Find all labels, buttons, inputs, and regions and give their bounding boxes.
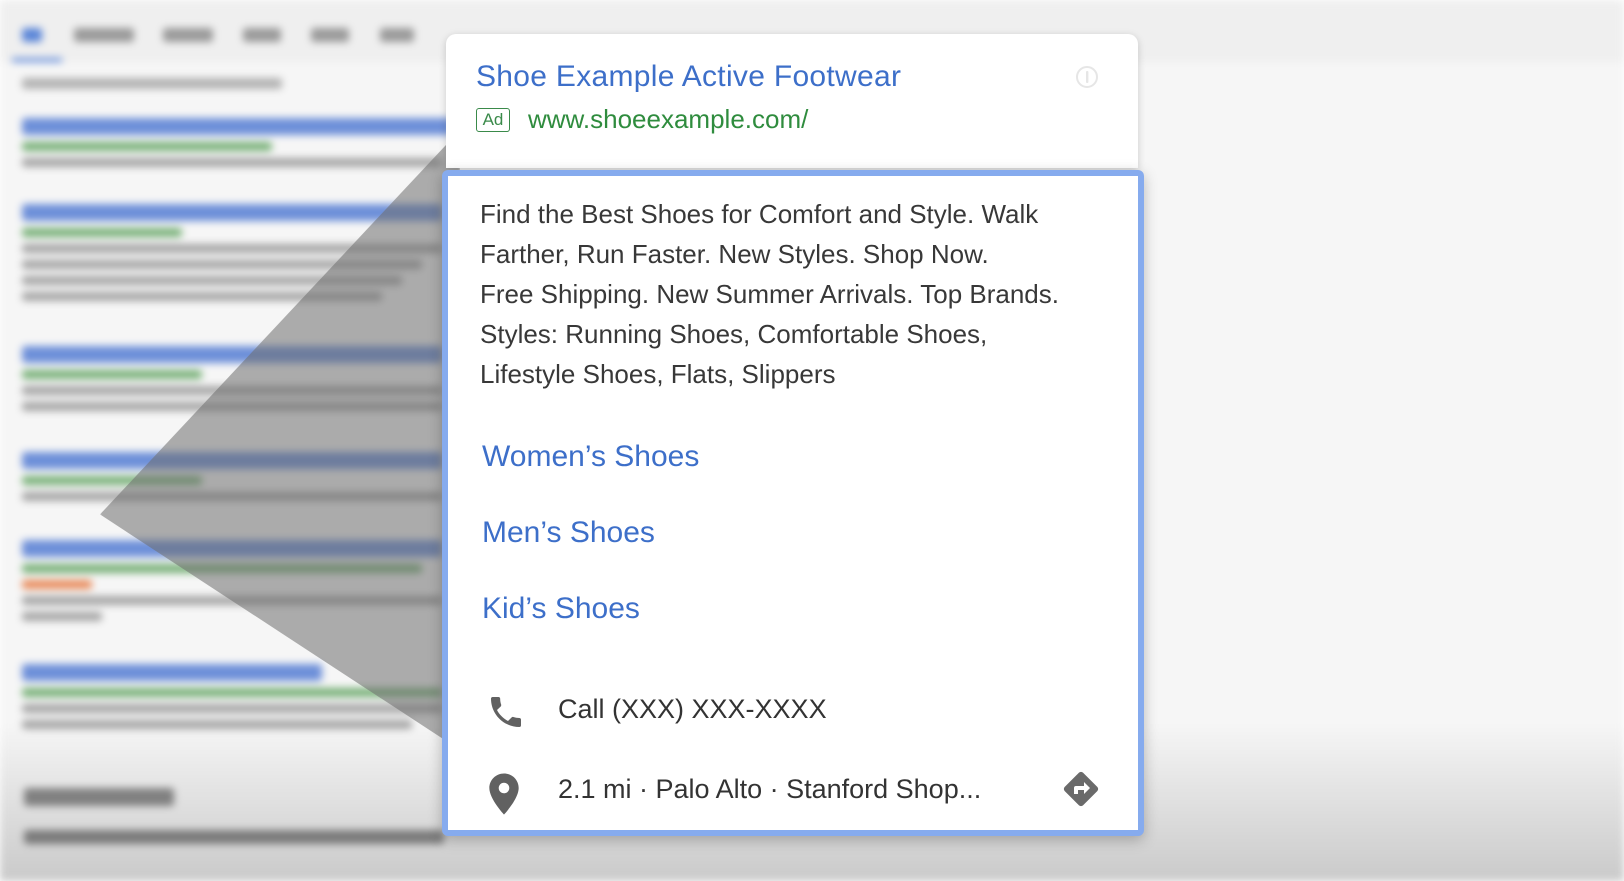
sitelink-mens-shoes[interactable]: Men’s Shoes — [482, 516, 655, 550]
info-icon[interactable] — [1076, 66, 1098, 88]
description-line: Farther, Run Faster. New Styles. Shop No… — [480, 239, 989, 269]
description-line: Styles: Running Shoes, Comfortable Shoes… — [480, 319, 988, 349]
map-pin-icon — [489, 773, 519, 815]
ad-headline-link[interactable]: Shoe Example Active Footwear — [476, 60, 901, 94]
ad-badge: Ad — [476, 108, 510, 132]
ad-extensions-highlight: Find the Best Shoes for Comfort and Styl… — [442, 170, 1144, 836]
location-extension-text[interactable]: 2.1 mi · Palo Alto · Stanford Shop... — [558, 774, 981, 805]
ad-header-card[interactable]: Shoe Example Active Footwear Ad www.shoe… — [446, 34, 1138, 168]
sitelink-kids-shoes[interactable]: Kid’s Shoes — [482, 592, 640, 626]
ad-display-url[interactable]: www.shoeexample.com/ — [528, 104, 808, 135]
sitelink-womens-shoes[interactable]: Women’s Shoes — [482, 440, 699, 474]
phone-icon[interactable] — [486, 692, 526, 732]
call-extension-text[interactable]: Call (XXX) XXX-XXXX — [558, 694, 827, 725]
description-line: Lifestyle Shoes, Flats, Slippers — [480, 359, 836, 389]
directions-icon[interactable] — [1060, 768, 1102, 810]
ad-description: Find the Best Shoes for Comfort and Styl… — [480, 194, 1120, 394]
description-line: Free Shipping. New Summer Arrivals. Top … — [480, 279, 1059, 309]
description-line: Find the Best Shoes for Comfort and Styl… — [480, 199, 1039, 229]
